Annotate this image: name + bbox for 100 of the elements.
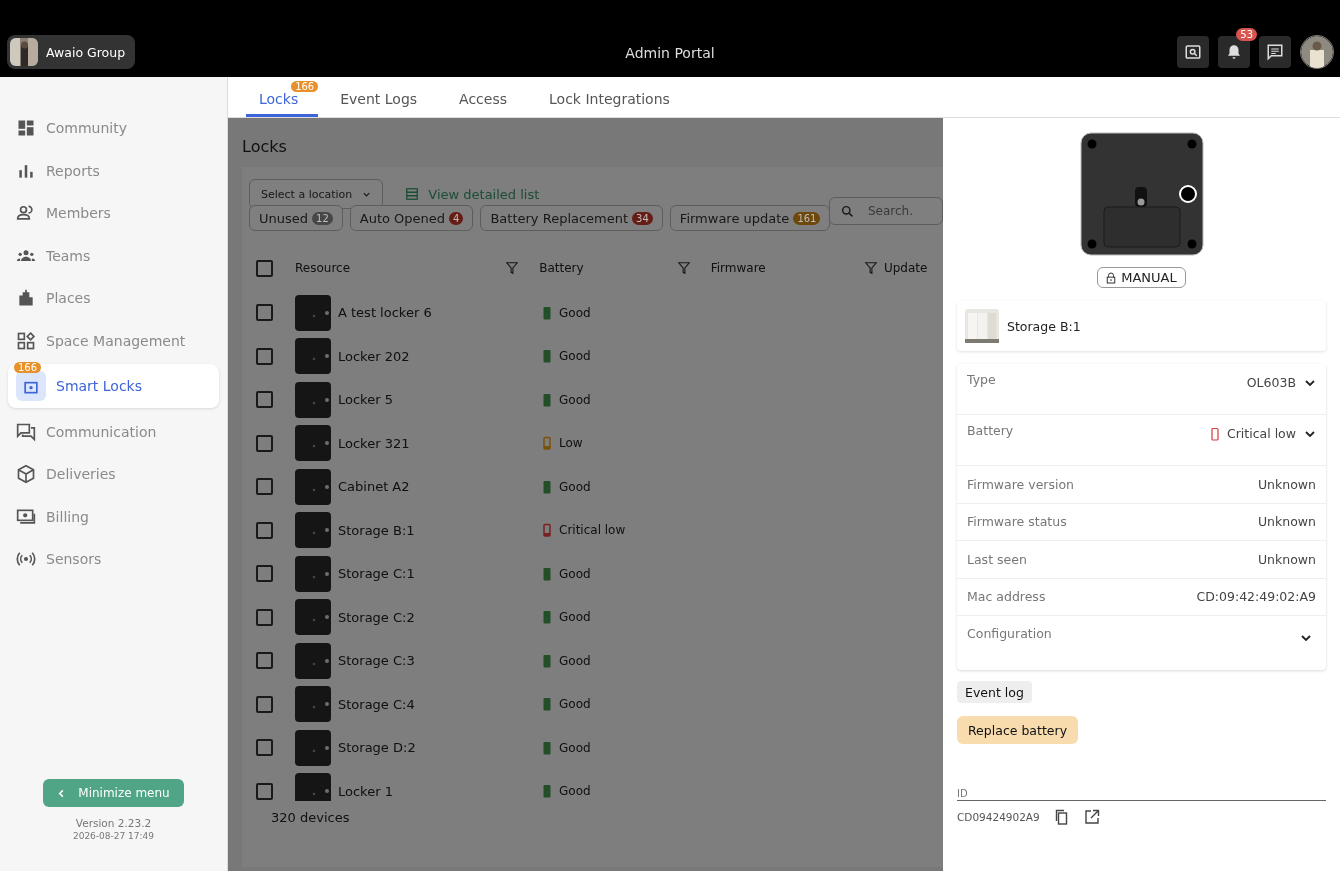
- tab[interactable]: Access: [446, 77, 520, 117]
- id-value: CD09424902A9: [957, 811, 1040, 823]
- messages-icon[interactable]: [1259, 36, 1291, 68]
- sidebar-item[interactable]: Communication: [8, 412, 219, 451]
- table-cell: Good: [559, 740, 591, 755]
- search-icon[interactable]: [1177, 36, 1209, 68]
- list-icon: [405, 187, 420, 201]
- tab[interactable]: Event Logs: [327, 77, 431, 117]
- sidebar-item[interactable]: Sensors: [8, 540, 219, 578]
- sidebar-item[interactable]: Space Management: [8, 321, 219, 360]
- field-select[interactable]: Critical low: [1210, 423, 1316, 441]
- checkbox[interactable]: [256, 565, 273, 583]
- checkbox[interactable]: [256, 608, 273, 626]
- field-label: Last seen: [967, 551, 1027, 567]
- bell-icon: [1225, 43, 1243, 61]
- filter-icon[interactable]: [863, 261, 878, 275]
- replace-battery-button[interactable]: Replace battery: [957, 716, 1079, 744]
- notifications-button[interactable]: [1218, 36, 1250, 68]
- sidebar-item[interactable]: Places: [8, 279, 219, 317]
- sidebar-item[interactable]: Billing: [8, 497, 219, 536]
- column-header: Battery: [539, 261, 584, 275]
- minimize-menu-button[interactable]: Minimize menu: [43, 779, 184, 807]
- table-cell: Good: [559, 610, 591, 625]
- device-count: 320 devices: [270, 809, 351, 825]
- field-select[interactable]: OL603B: [1246, 372, 1316, 390]
- checkbox[interactable]: [256, 695, 273, 713]
- notification-count: 53: [1236, 28, 1257, 41]
- table-cell: Good: [559, 566, 591, 581]
- lock-thumbnail-icon: [295, 599, 331, 636]
- sidebar-item[interactable]: Community: [8, 109, 219, 147]
- field-label: Type: [967, 372, 996, 387]
- field-label: Battery: [967, 423, 1014, 438]
- sidebar-item[interactable]: Reports: [8, 151, 219, 190]
- mode-badge: MANUAL: [1097, 267, 1186, 288]
- field-label: Firmware version: [967, 476, 1075, 492]
- copy-icon[interactable]: [1053, 809, 1070, 825]
- table-cell: Good: [559, 349, 591, 364]
- nav-icon: [16, 464, 36, 484]
- column-header: Firmware: [710, 261, 766, 275]
- filter-icon[interactable]: [505, 261, 520, 275]
- checkbox[interactable]: [256, 739, 273, 757]
- id-label: ID: [957, 788, 1326, 801]
- filter-chip[interactable]: Firmware update 161: [669, 205, 831, 231]
- column-header: Update: [883, 261, 928, 275]
- lock-thumbnail-icon: [295, 425, 331, 462]
- table-cell: Good: [559, 697, 591, 712]
- checkbox[interactable]: [256, 782, 273, 800]
- checkbox[interactable]: [256, 434, 273, 452]
- checkbox[interactable]: [256, 304, 273, 322]
- lock-thumbnail-icon: [295, 381, 331, 418]
- nav-icon: [16, 203, 36, 223]
- filter-icon[interactable]: [676, 261, 691, 275]
- checkbox[interactable]: [256, 391, 273, 409]
- field-label: Configuration: [967, 626, 1052, 641]
- field-label: Firmware status: [967, 514, 1067, 530]
- lock-thumbnail-icon: [295, 729, 331, 766]
- count-badge: 166: [291, 81, 319, 92]
- sidebar-item[interactable]: 166 Smart Locks: [8, 364, 219, 408]
- table-cell: Critical low: [559, 523, 626, 538]
- checkbox[interactable]: [256, 259, 273, 277]
- table-cell: Storage B:1: [338, 522, 415, 538]
- lock-thumbnail-icon: [295, 468, 331, 505]
- lock-thumbnail-icon: [295, 773, 331, 801]
- search-field[interactable]: Search.: [829, 197, 943, 225]
- filter-chip[interactable]: Unused 12: [249, 205, 343, 231]
- sidebar-item[interactable]: Members: [8, 194, 219, 232]
- count-badge: 166: [14, 362, 42, 373]
- organization-switcher[interactable]: Awaio Group: [7, 35, 136, 69]
- table-cell: Storage C:4: [338, 696, 415, 712]
- external-link-icon[interactable]: [1083, 809, 1100, 825]
- expand-icon[interactable]: [1300, 632, 1312, 644]
- field-value: Unknown: [1257, 551, 1316, 567]
- table-cell: Storage C:3: [338, 653, 415, 669]
- sidebar-item[interactable]: Teams: [8, 236, 219, 275]
- column-header: Resource: [295, 261, 351, 275]
- count-badge: 161: [793, 211, 821, 225]
- field-value: Unknown: [1257, 476, 1316, 492]
- tab[interactable]: Lock Integrations: [536, 77, 683, 117]
- field-value: Unknown: [1257, 514, 1316, 530]
- field-value: CD:09:42:49:02:A9: [1196, 589, 1316, 605]
- table-cell: Storage D:2: [338, 740, 416, 756]
- table-cell: Locker 5: [338, 392, 393, 408]
- checkbox[interactable]: [256, 652, 273, 670]
- nav-icon: [16, 118, 36, 138]
- checkbox[interactable]: [256, 478, 273, 496]
- filter-chip[interactable]: Battery Replacement 34: [480, 205, 663, 231]
- version-text: Version 2.23.2: [75, 817, 152, 829]
- table-cell: Storage C:1: [338, 566, 415, 582]
- checkbox[interactable]: [256, 347, 273, 365]
- checkbox[interactable]: [256, 521, 273, 539]
- table-cell: Good: [559, 784, 591, 799]
- event-log-button[interactable]: Event log: [957, 681, 1032, 703]
- resource-card[interactable]: Storage B:1: [957, 301, 1326, 351]
- build-date: 2026-08-27 17:49: [72, 831, 155, 841]
- search-icon: [841, 205, 854, 218]
- filter-chip[interactable]: Auto Opened 4: [349, 205, 474, 231]
- lock-thumbnail-icon: [295, 555, 331, 592]
- app-title: Admin Portal: [625, 45, 715, 61]
- sidebar-item[interactable]: Deliveries: [8, 455, 219, 493]
- table-cell: Locker 321: [338, 435, 410, 451]
